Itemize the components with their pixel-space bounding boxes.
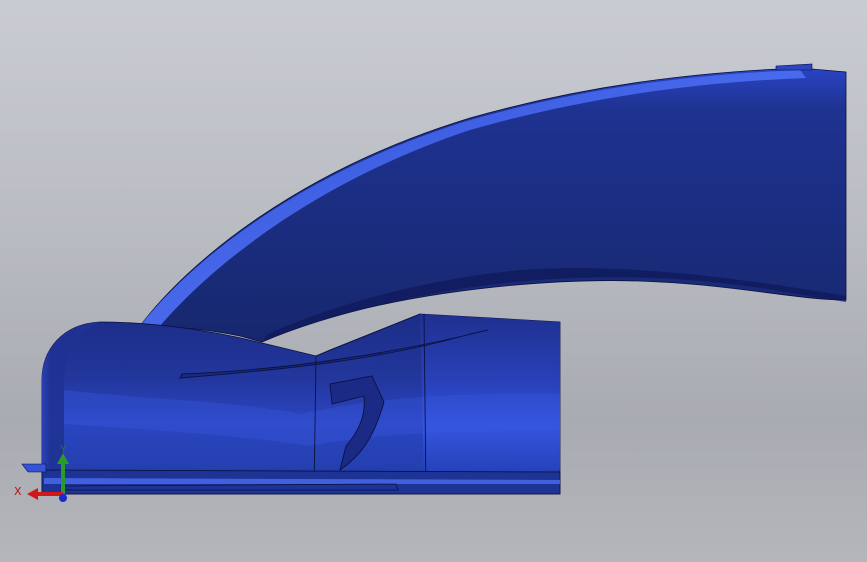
triad-y-label: Y: [60, 443, 67, 456]
reference-triad: Y X: [12, 442, 76, 504]
arch-top-flange: [775, 63, 813, 71]
front-wing-endplate-model[interactable]: [0, 0, 867, 562]
arch-element[interactable]: [139, 67, 847, 343]
triad-x-label: X: [14, 485, 22, 498]
graphics-viewport[interactable]: Y X: [0, 0, 867, 562]
